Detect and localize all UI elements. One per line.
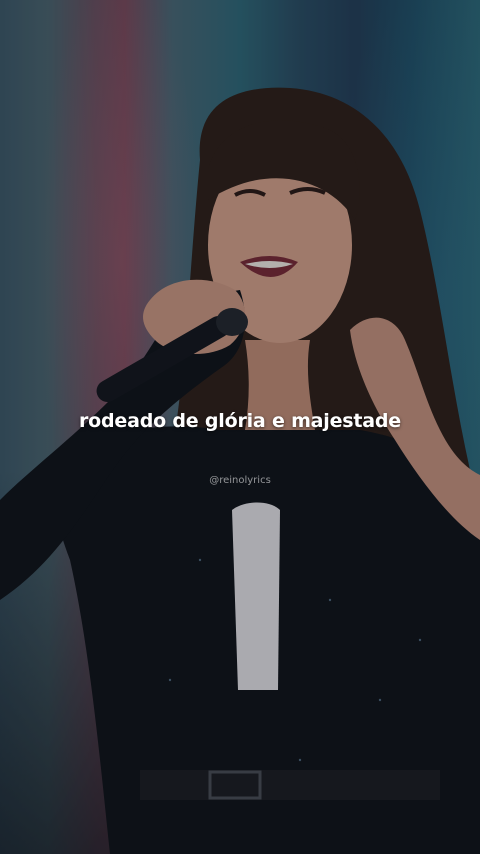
lyric-caption: rodeado de glória e majestade <box>78 410 401 432</box>
watermark-handle: @reinolyrics <box>209 475 271 486</box>
